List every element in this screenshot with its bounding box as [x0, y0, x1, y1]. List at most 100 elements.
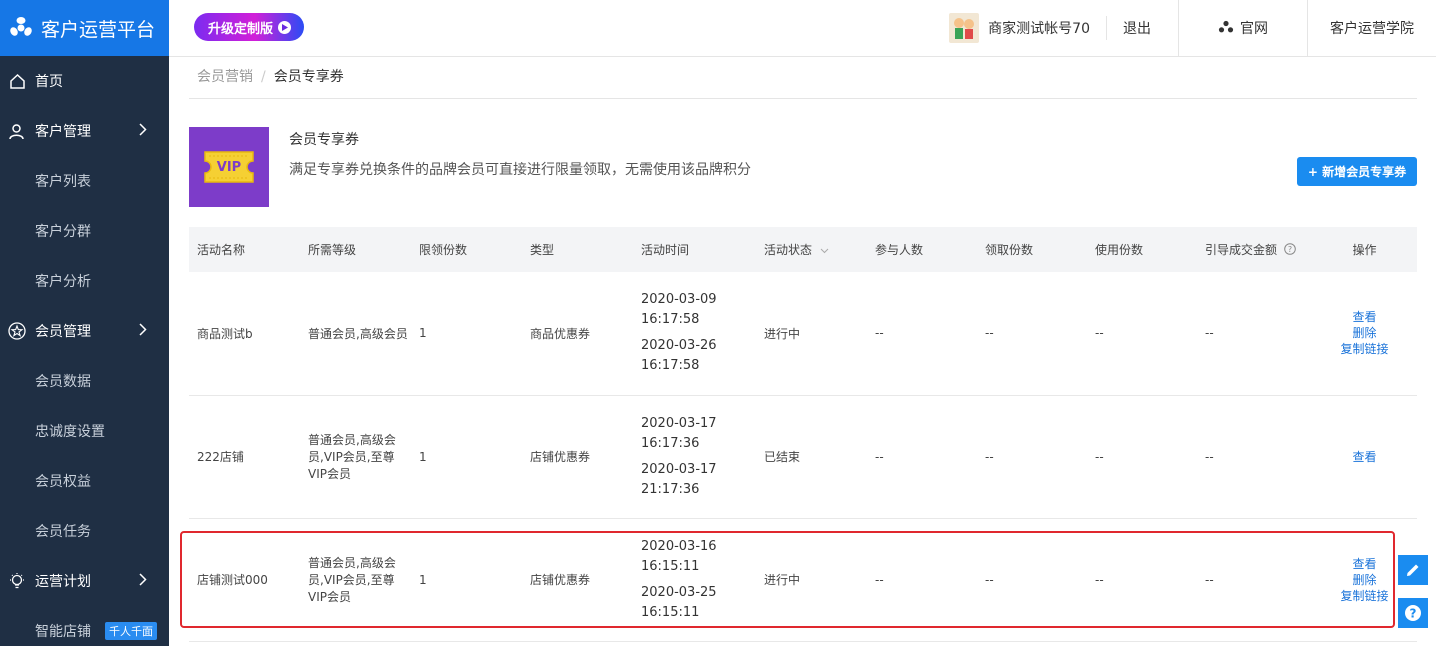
participants: -- — [867, 518, 977, 642]
chevron-right-icon — [139, 123, 147, 136]
participants: -- — [867, 272, 977, 396]
chevron-down-icon — [820, 248, 829, 254]
used-count: -- — [1087, 272, 1197, 396]
sidebar-item-customer-group[interactable]: 客户分群 — [0, 206, 169, 256]
logo-area[interactable]: 客户运营平台 — [0, 0, 169, 56]
main-content: 会员营销 / 会员专享券 VIP 会员专享券 满足专享券兑换条件的品牌会员可直接进行… — [189, 56, 1417, 642]
coupon-type: 店铺优惠券 — [522, 518, 633, 642]
activity-name: 店铺测试000 — [189, 518, 300, 642]
received-count: -- — [977, 518, 1087, 642]
sidebar-item-member-tasks[interactable]: 会员任务 — [0, 506, 169, 556]
sidebar-item-customer-analysis[interactable]: 客户分析 — [0, 256, 169, 306]
sidebar-item-member-data[interactable]: 会员数据 — [0, 356, 169, 406]
claim-limit: 1 — [411, 272, 522, 396]
sidebar-item-member-management[interactable]: 会员管理 — [0, 306, 169, 356]
column-header-label: 活动状态 — [764, 243, 813, 257]
breadcrumb: 会员营销 / 会员专享券 — [189, 56, 1417, 99]
row-actions: 查看 — [1313, 395, 1417, 519]
table-row: 商品测试b 普通会员,高级会员 1 商品优惠券 2020-03-09 16:17:… — [189, 272, 1417, 396]
sidebar-item-label: 首页 — [35, 74, 63, 90]
lightbulb-icon — [8, 572, 26, 590]
participants: -- — [867, 395, 977, 519]
avatar[interactable] — [949, 13, 980, 43]
intro-section: VIP 会员专享券 满足专享券兑换条件的品牌会员可直接进行限量领取，无需使用该品… — [189, 127, 1417, 207]
start-time: 16:15:11 — [641, 558, 700, 574]
end-date: 2020-03-26 — [641, 338, 717, 354]
column-header: 活动时间 — [641, 243, 690, 257]
activity-status: 进行中 — [756, 272, 867, 396]
column-header: 限领份数 — [419, 243, 468, 257]
svg-text:?: ? — [1288, 245, 1292, 254]
star-icon — [8, 322, 26, 340]
topbar-right: 商家测试帐号70 退出 官网 客户运营学院 — [949, 0, 1436, 56]
end-time: 21:17:36 — [641, 481, 700, 497]
flower-icon — [1218, 20, 1234, 33]
activity-status: 进行中 — [756, 518, 867, 642]
logo-icon — [10, 17, 32, 36]
status-column-header[interactable]: 活动状态 — [756, 227, 867, 272]
play-icon — [278, 20, 292, 34]
academy-label: 客户运营学院 — [1330, 21, 1414, 37]
used-count: -- — [1087, 518, 1197, 642]
column-header: 类型 — [530, 243, 555, 257]
table-header-row: 活动名称 所需等级 限领份数 类型 活动时间 活动状态 参与人数 领取份数 使用… — [189, 227, 1417, 272]
required-level: 普通会员,高级会员,VIP会员,至尊VIP会员 — [300, 395, 411, 519]
column-header: 操作 — [1352, 243, 1377, 257]
help-float-button[interactable]: ? — [1398, 598, 1428, 628]
coupon-type: 店铺优惠券 — [522, 395, 633, 519]
sidebar-item-home[interactable]: 首页 — [0, 56, 169, 106]
sidebar-item-label: 运营计划 — [35, 574, 91, 590]
guided-amount: -- — [1197, 272, 1313, 396]
received-count: -- — [977, 272, 1087, 396]
edit-float-button[interactable] — [1398, 555, 1428, 585]
activity-status: 已结束 — [756, 395, 867, 519]
delete-link[interactable]: 删除 — [1313, 325, 1416, 341]
account-name[interactable]: 商家测试帐号70 — [988, 18, 1090, 38]
sidebar-item-label: 会员管理 — [35, 324, 91, 340]
coupon-table: 活动名称 所需等级 限领份数 类型 活动时间 活动状态 参与人数 领取份数 使用… — [189, 227, 1417, 642]
end-time: 16:15:11 — [641, 604, 700, 620]
sidebar-item-customer-management[interactable]: 客户管理 — [0, 106, 169, 156]
start-time: 16:17:58 — [641, 312, 700, 328]
question-circle-icon[interactable]: ? — [1284, 243, 1296, 255]
breadcrumb-parent[interactable]: 会员营销 — [197, 69, 253, 85]
guided-amount: -- — [1197, 395, 1313, 519]
sidebar-item-loyalty-settings[interactable]: 忠诚度设置 — [0, 406, 169, 456]
activity-time: 2020-03-16 16:15:11 2020-03-25 16:15:11 — [633, 518, 756, 642]
sidebar-item-operation-plan[interactable]: 运营计划 — [0, 556, 169, 606]
academy-link[interactable]: 客户运营学院 — [1307, 0, 1436, 56]
breadcrumb-separator: / — [261, 69, 266, 85]
table-row: 店铺测试000 普通会员,高级会员,VIP会员,至尊VIP会员 1 店铺优惠券 … — [189, 518, 1417, 642]
official-site-label: 官网 — [1240, 21, 1268, 37]
required-level: 普通会员,高级会员 — [300, 272, 411, 396]
view-link[interactable]: 查看 — [1313, 449, 1416, 465]
view-link[interactable]: 查看 — [1313, 309, 1416, 325]
chevron-right-icon — [139, 573, 147, 586]
end-time: 16:17:58 — [641, 358, 700, 374]
official-site-link[interactable]: 官网 — [1178, 0, 1307, 56]
pencil-icon — [1407, 564, 1419, 576]
topbar: 升级定制版 商家测试帐号70 退出 官网 客户运营学院 — [169, 0, 1436, 57]
copy-link-link[interactable]: 复制链接 — [1313, 341, 1416, 357]
amount-column-header: 引导成交金额 ? — [1197, 227, 1313, 272]
upgrade-button[interactable]: 升级定制版 — [194, 13, 304, 41]
vip-ticket-image: VIP — [189, 127, 269, 207]
end-date: 2020-03-25 — [641, 584, 717, 600]
activity-name: 222店铺 — [189, 395, 300, 519]
required-level: 普通会员,高级会员,VIP会员,至尊VIP会员 — [300, 518, 411, 642]
row-actions: 查看 删除 复制链接 — [1313, 272, 1417, 396]
column-header: 活动名称 — [197, 243, 246, 257]
received-count: -- — [977, 395, 1087, 519]
sidebar-item-label: 智能店铺 — [35, 624, 91, 640]
start-time: 16:17:36 — [641, 435, 700, 451]
used-count: -- — [1087, 395, 1197, 519]
user-icon — [8, 122, 26, 140]
activity-name: 商品测试b — [189, 272, 300, 396]
sidebar-item-label: 客户管理 — [35, 124, 91, 140]
column-header: 参与人数 — [875, 243, 924, 257]
sidebar-item-customer-list[interactable]: 客户列表 — [0, 156, 169, 206]
sidebar-item-smart-store[interactable]: 智能店铺 千人千面 — [0, 606, 169, 656]
add-member-coupon-button[interactable]: + 新增会员专享券 — [1297, 157, 1417, 186]
sidebar-item-member-benefits[interactable]: 会员权益 — [0, 456, 169, 506]
logout-link[interactable]: 退出 — [1107, 18, 1178, 38]
